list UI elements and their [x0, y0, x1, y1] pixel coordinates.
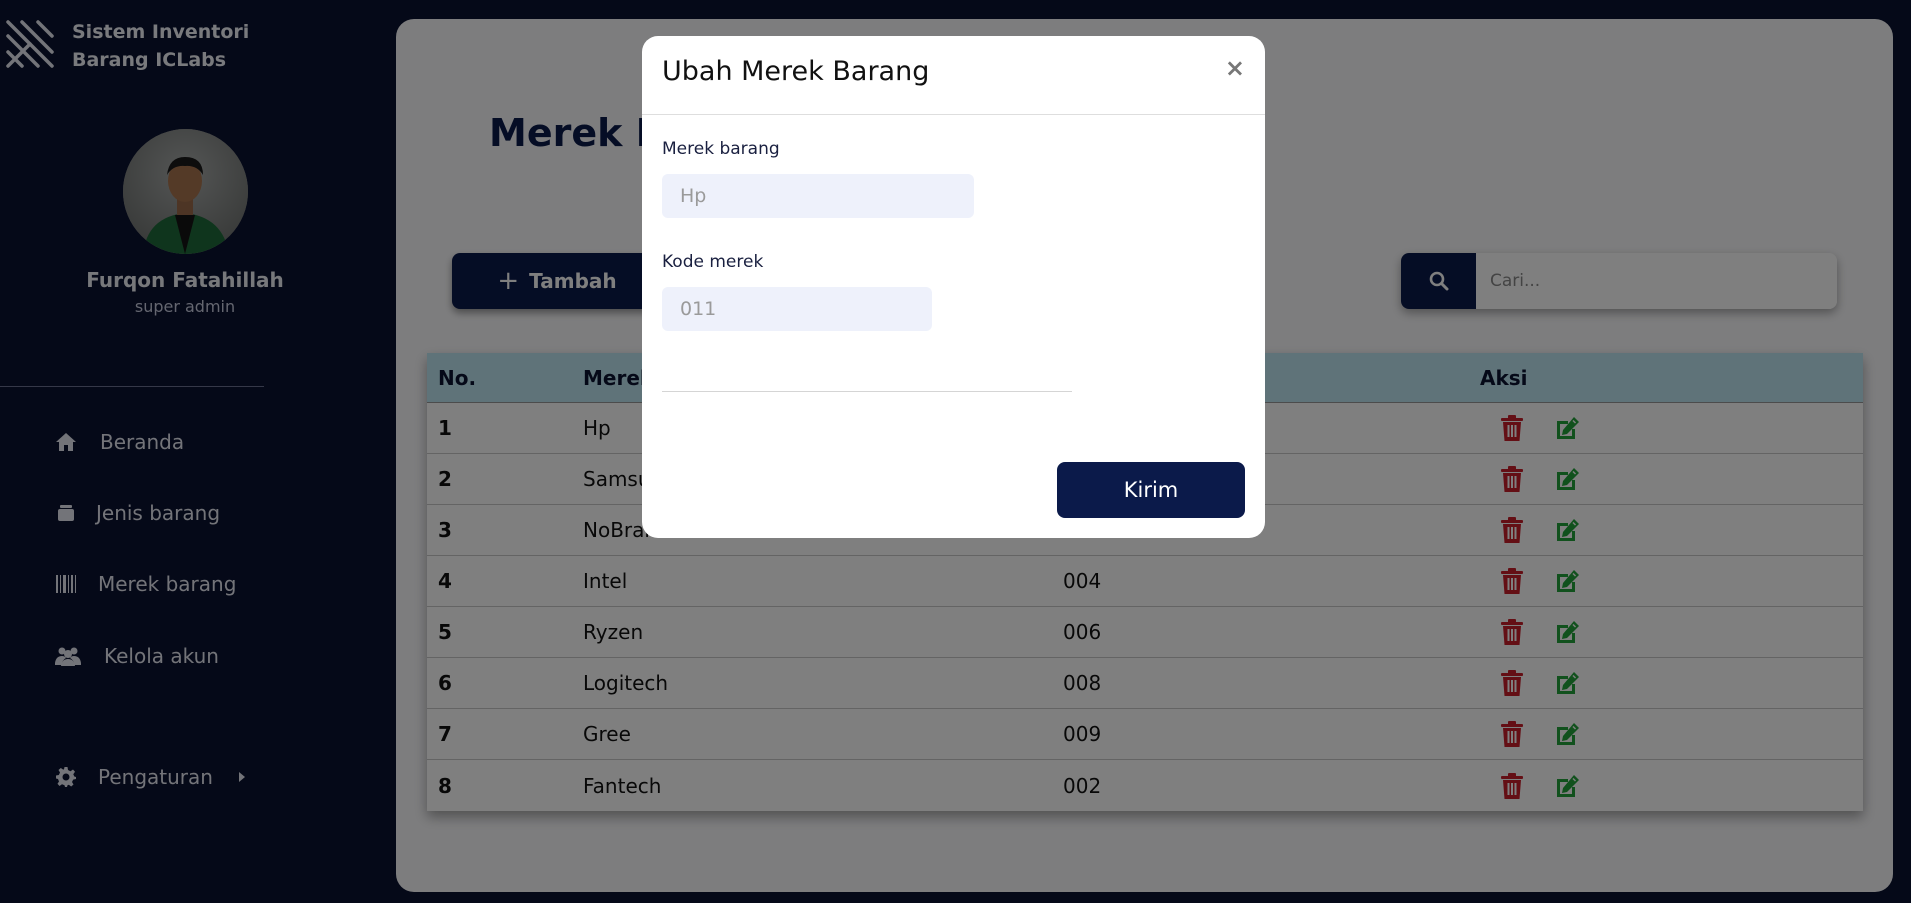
merek-label: Merek barang	[662, 139, 780, 159]
modal-title: Ubah Merek Barang	[662, 56, 930, 87]
submit-button[interactable]: Kirim	[1057, 462, 1245, 518]
kode-label: Kode merek	[662, 252, 764, 272]
modal-header: Ubah Merek Barang ×	[642, 36, 1265, 115]
kode-input[interactable]	[662, 287, 932, 331]
merek-input[interactable]	[662, 174, 974, 218]
edit-brand-modal: Ubah Merek Barang × Merek barang Kode me…	[642, 36, 1265, 538]
modal-divider	[662, 391, 1072, 392]
close-icon[interactable]: ×	[1225, 54, 1245, 82]
